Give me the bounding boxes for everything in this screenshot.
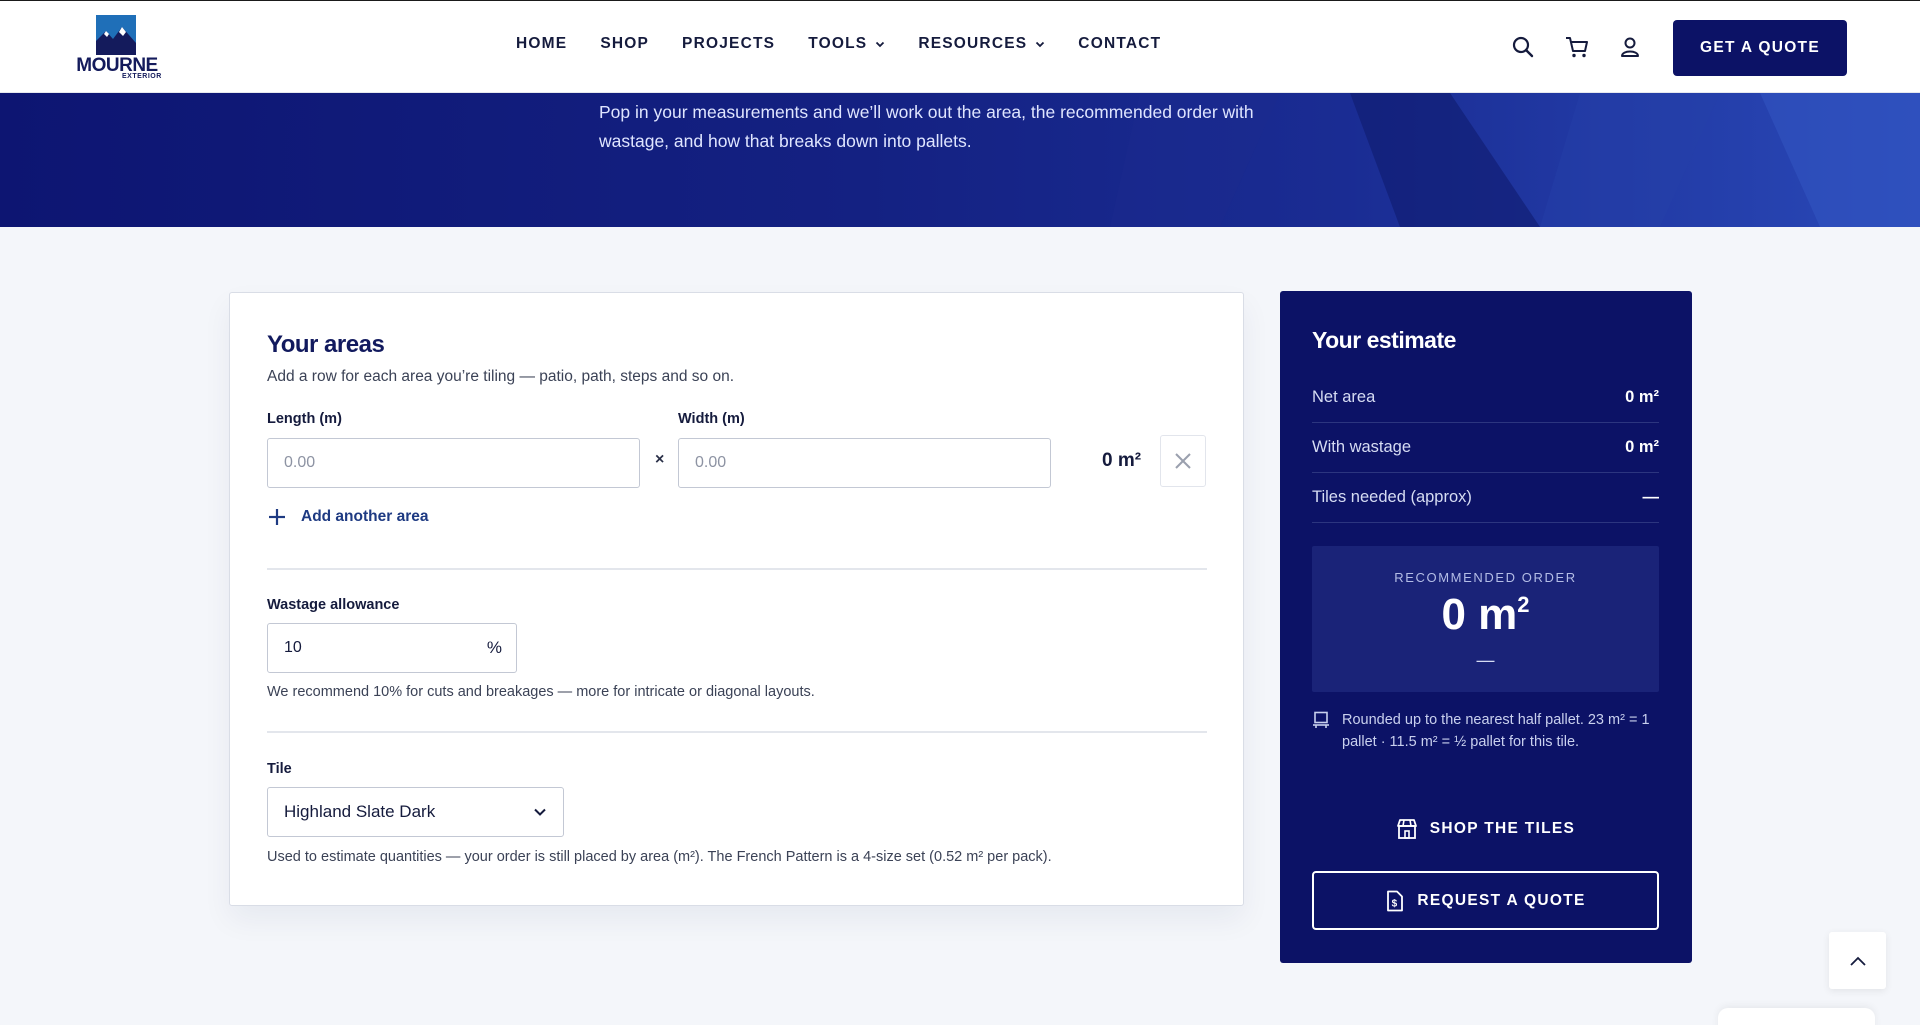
remove-area-button[interactable] [1160, 435, 1206, 487]
width-input[interactable] [678, 438, 1051, 488]
length-input[interactable] [267, 438, 640, 488]
estimate-row-label: Net area [1312, 388, 1376, 406]
chevron-down-icon [1036, 41, 1045, 48]
percent-unit: % [486, 638, 502, 657]
estimate-row-label: With wastage [1312, 438, 1412, 456]
estimate-row-value: — [1642, 488, 1660, 506]
estimate-row-net-area: Net area 0 m² [1312, 373, 1659, 423]
add-another-area-label: Add another area [301, 508, 429, 525]
pallet-note-text: Rounded up to the nearest half pallet. 2… [1342, 712, 1650, 750]
estimate-row-tiles-needed: Tiles needed (approx) — [1312, 473, 1659, 523]
pallet-note: Rounded up to the nearest half pallet. 2… [1312, 709, 1659, 753]
brand-subname: EXTERIOR [122, 73, 162, 80]
recommended-order-box: RECOMMENDED ORDER 0 m2 — [1312, 546, 1659, 692]
chevron-down-icon [876, 41, 885, 48]
back-to-top-button[interactable] [1829, 932, 1886, 989]
nav-resources[interactable]: RESOURCES [918, 35, 1045, 53]
chevron-up-icon [1849, 956, 1866, 966]
estimate-row-value: 0 m² [1625, 438, 1659, 456]
nav-projects-label: PROJECTS [682, 35, 776, 52]
wastage-hint: We recommend 10% for cuts and breakages … [267, 684, 815, 700]
shop-the-tiles-label: SHOP THE TILES [1429, 820, 1576, 837]
search-icon[interactable] [1510, 34, 1536, 60]
wastage-input[interactable] [268, 624, 468, 672]
nav-contact[interactable]: CONTACT [1078, 35, 1161, 53]
cart-icon[interactable] [1564, 34, 1590, 60]
main-nav: HOME SHOP PROJECTS TOOLS RESOURCES CONTA… [516, 35, 1194, 53]
brand-logo[interactable]: MOURNE EXTERIOR [72, 15, 162, 81]
mountain-logo-icon [96, 15, 136, 55]
length-label: Length (m) [267, 411, 342, 427]
wastage-field: % [267, 623, 517, 673]
section-divider [267, 731, 1207, 733]
account-icon[interactable] [1617, 34, 1643, 60]
width-label: Width (m) [678, 411, 745, 427]
hero-intro-text: Pop in your measurements and we’ll work … [599, 102, 1254, 151]
hero-banner: Pop in your measurements and we’ll work … [0, 93, 1920, 227]
nav-home-label: HOME [516, 35, 568, 52]
request-a-quote-button[interactable]: $ REQUEST A QUOTE [1312, 871, 1659, 930]
multiply-sign: × [655, 451, 665, 468]
estimate-row-with-wastage: With wastage 0 m² [1312, 423, 1659, 473]
estimate-row-label: Tiles needed (approx) [1312, 488, 1472, 506]
site-header: MOURNE EXTERIOR HOME SHOP PROJECTS TOOLS… [0, 0, 1920, 93]
recommended-order-value: 0 m2 [1312, 590, 1659, 640]
chevron-down-icon [534, 808, 546, 816]
tile-hint: Used to estimate quantities — your order… [267, 849, 1052, 865]
nav-tools[interactable]: TOOLS [808, 35, 885, 53]
wastage-label: Wastage allowance [267, 597, 400, 613]
plus-icon [269, 509, 285, 525]
nav-tools-label: TOOLS [808, 35, 868, 52]
tile-selected-value: Highland Slate Dark [284, 802, 436, 821]
section-divider [267, 568, 1207, 570]
floating-widget-tab[interactable] [1718, 1008, 1875, 1025]
nav-resources-label: RESOURCES [918, 35, 1028, 52]
shop-the-tiles-link[interactable]: SHOP THE TILES [1312, 818, 1659, 840]
areas-subtitle: Add a row for each area you’re tiling — … [267, 368, 734, 385]
svg-text:$: $ [1392, 898, 1399, 909]
row-area-value: 0 m² [1102, 450, 1142, 471]
get-a-quote-button[interactable]: GET A QUOTE [1673, 20, 1847, 76]
estimate-panel: Your estimate Net area 0 m² With wastage… [1280, 291, 1692, 963]
estimate-title: Your estimate [1312, 327, 1456, 353]
nav-home[interactable]: HOME [516, 35, 567, 53]
recommended-order-pallets: — [1476, 650, 1495, 670]
areas-card: Your areas Add a row for each area you’r… [229, 292, 1244, 906]
nav-projects[interactable]: PROJECTS [682, 35, 775, 53]
recommended-order-unit-exponent: 2 [1517, 592, 1530, 617]
add-another-area-button[interactable]: Add another area [267, 507, 428, 527]
tile-label: Tile [267, 761, 292, 777]
areas-title: Your areas [267, 331, 385, 358]
nav-contact-label: CONTACT [1078, 35, 1162, 52]
close-icon [1175, 453, 1191, 469]
estimate-row-value: 0 m² [1625, 388, 1659, 406]
quote-document-icon: $ [1387, 890, 1404, 911]
pallet-icon [1313, 711, 1329, 728]
tile-select[interactable]: Highland Slate Dark [267, 787, 564, 837]
nav-shop-label: SHOP [600, 35, 650, 52]
nav-shop[interactable]: SHOP [600, 35, 649, 53]
request-a-quote-label: REQUEST A QUOTE [1417, 891, 1586, 909]
recommended-order-number: 0 m [1441, 590, 1518, 639]
store-icon [1396, 819, 1417, 839]
recommended-order-label: RECOMMENDED ORDER [1394, 570, 1577, 585]
